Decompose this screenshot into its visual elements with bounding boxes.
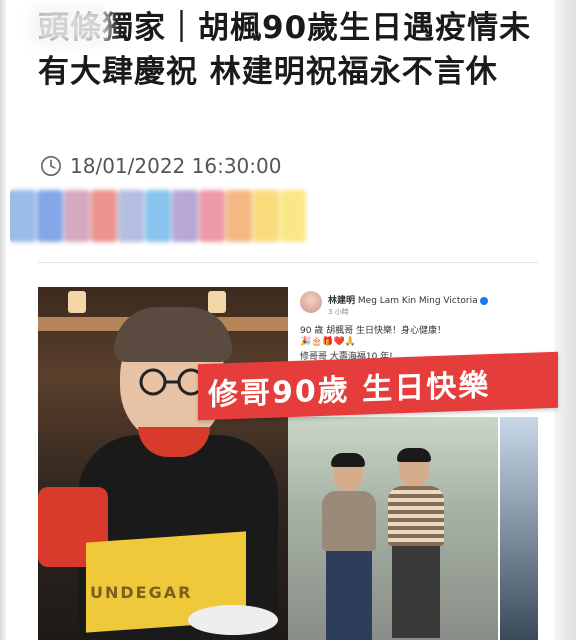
post-author-cn: 林建明 [328, 296, 356, 306]
blurred-region [30, 6, 110, 46]
left-frame-edge [0, 0, 6, 640]
divider [38, 262, 538, 263]
post-line: 🎉🎂🎁❤️🙏 [300, 337, 357, 347]
post-line: 90 歲 胡楓哥 生日快樂！身心健康！ [300, 326, 447, 336]
post-author-en: Meg Lam Kin Ming Victoria [357, 296, 478, 306]
publish-timestamp: 18/01/2022 16:30:00 [70, 154, 282, 178]
person-figure [318, 453, 378, 640]
clock-icon [41, 156, 61, 176]
avatar [300, 291, 322, 313]
share-buttons-blurred[interactable] [10, 186, 330, 246]
article-meta: 18/01/2022 16:30:00 [40, 154, 281, 178]
person-figure [384, 448, 446, 638]
bag-print-text: UNDEGAR [90, 583, 193, 602]
right-frame-edge [554, 0, 576, 640]
article-photo-right: 林建明 Meg Lam Kin Ming Victoria 3 小時 90 歲 … [288, 287, 538, 640]
article-photo-left: UNDEGAR [38, 287, 288, 640]
post-time: 3 小時 [328, 308, 349, 316]
article-headline: 頭條獨家｜胡楓90歲生日遇疫情未有大肆慶祝 林建明祝福永不言休 [38, 10, 532, 90]
verified-icon [480, 296, 489, 305]
